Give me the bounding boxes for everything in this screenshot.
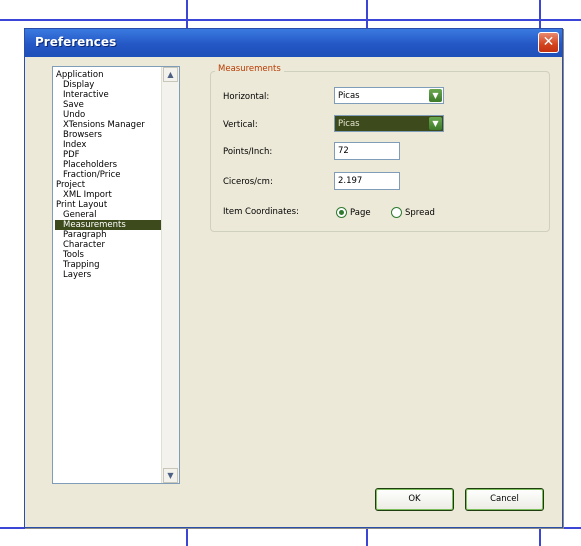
tree-item-print-layout[interactable]: Print Layout: [55, 200, 163, 210]
tree-item-placeholders[interactable]: Placeholders: [55, 160, 163, 170]
title-bar[interactable]: Preferences ✕: [25, 29, 562, 57]
tree-item-paragraph[interactable]: Paragraph: [55, 230, 163, 240]
chevron-up-icon: ▲: [167, 70, 174, 79]
chevron-down-icon[interactable]: ▼: [429, 89, 442, 102]
ciceros-per-cm-value: 2.197: [338, 176, 363, 186]
tree-item-interactive[interactable]: Interactive: [55, 90, 163, 100]
vertical-select[interactable]: Picas ▼: [334, 115, 444, 132]
item-coordinates-label: Item Coordinates:: [223, 207, 299, 217]
tree-list: Application Display Interactive Save Undo XTe…: [55, 70, 163, 280]
tree-item-xtensions-manager[interactable]: XTensions Manager: [55, 120, 163, 130]
ciceros-per-cm-label: Ciceros/cm:: [223, 177, 273, 187]
tree-scrollbar[interactable]: ▲ ▼: [161, 67, 179, 483]
tree-item-layers[interactable]: Layers: [55, 270, 163, 280]
preferences-tree[interactable]: Application Display Interactive Save Undo XTe…: [52, 66, 180, 484]
close-button[interactable]: ✕: [538, 32, 559, 53]
horizontal-select-value: Picas: [338, 91, 360, 101]
tree-item-application[interactable]: Application: [55, 70, 163, 80]
radio-page-label[interactable]: Page: [350, 208, 371, 218]
radio-spread[interactable]: [391, 207, 402, 218]
preferences-dialog: Preferences ✕ Application Display Interact…: [24, 28, 563, 528]
ok-button[interactable]: OK: [375, 488, 454, 511]
horizontal-guide-top: [0, 19, 581, 21]
tree-item-browsers[interactable]: Browsers: [55, 130, 163, 140]
tree-item-trapping[interactable]: Trapping: [55, 260, 163, 270]
tree-item-measurements[interactable]: Measurements: [55, 220, 163, 230]
scroll-up-button[interactable]: ▲: [163, 67, 178, 82]
chevron-down-icon[interactable]: ▼: [429, 117, 442, 130]
close-icon: ✕: [542, 34, 555, 50]
tree-item-xml-import[interactable]: XML Import: [55, 190, 163, 200]
tree-item-project[interactable]: Project: [55, 180, 163, 190]
scroll-down-button[interactable]: ▼: [163, 468, 178, 483]
tree-item-pdf[interactable]: PDF: [55, 150, 163, 160]
chevron-down-icon: ▼: [167, 471, 174, 480]
cancel-button[interactable]: Cancel: [465, 488, 544, 511]
horizontal-label: Horizontal:: [223, 92, 270, 102]
tree-item-undo[interactable]: Undo: [55, 110, 163, 120]
tree-item-index[interactable]: Index: [55, 140, 163, 150]
ciceros-per-cm-field[interactable]: 2.197: [334, 172, 400, 190]
tree-item-character[interactable]: Character: [55, 240, 163, 250]
tree-item-tools[interactable]: Tools: [55, 250, 163, 260]
vertical-select-value: Picas: [338, 119, 360, 129]
radio-spread-label[interactable]: Spread: [405, 208, 435, 218]
tree-item-save[interactable]: Save: [55, 100, 163, 110]
radio-page[interactable]: [336, 207, 347, 218]
horizontal-select[interactable]: Picas ▼: [334, 87, 444, 104]
points-per-inch-value: 72: [338, 146, 349, 156]
points-per-inch-field[interactable]: 72: [334, 142, 400, 160]
window-title: Preferences: [35, 35, 117, 49]
tree-item-fraction-price[interactable]: Fraction/Price: [55, 170, 163, 180]
vertical-label: Vertical:: [223, 120, 258, 130]
points-per-inch-label: Points/Inch:: [223, 147, 273, 157]
tree-item-general[interactable]: General: [55, 210, 163, 220]
measurements-group-title: Measurements: [215, 64, 284, 74]
tree-item-display[interactable]: Display: [55, 80, 163, 90]
